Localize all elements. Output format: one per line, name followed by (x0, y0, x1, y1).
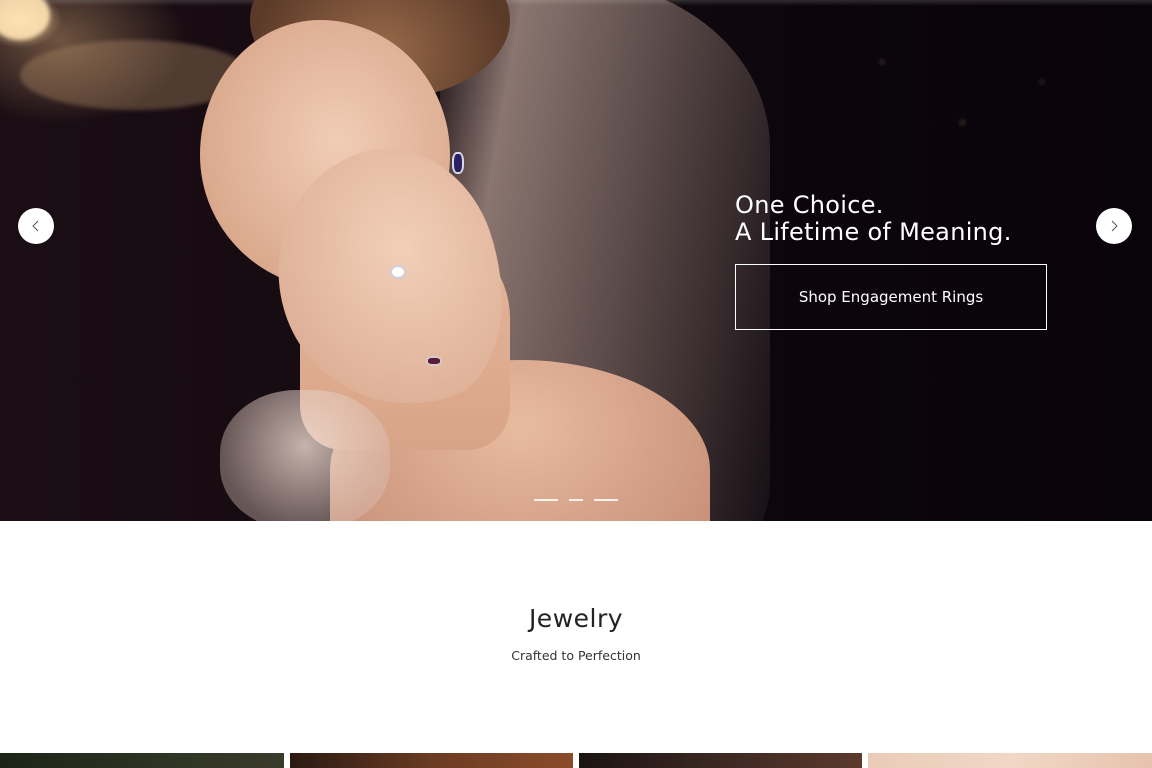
carousel-dot[interactable] (534, 499, 558, 501)
carousel-next-button[interactable] (1096, 208, 1132, 244)
section-title: Jewelry (528, 604, 624, 633)
carousel-prev-button[interactable] (18, 208, 54, 244)
carousel-dot[interactable] (594, 499, 618, 501)
necklace-pendant (426, 356, 442, 366)
category-tile[interactable] (579, 753, 862, 768)
chevron-right-icon (1111, 220, 1118, 232)
bokeh-light (0, 0, 50, 40)
hero-heading-line-1: One Choice. (735, 191, 884, 219)
category-tile[interactable] (868, 753, 1152, 768)
carousel-indicators (534, 499, 618, 501)
lace-sleeve (220, 390, 390, 521)
section-subtitle: Crafted to Perfection (511, 648, 641, 663)
shop-engagement-rings-button[interactable]: Shop Engagement Rings (735, 264, 1047, 330)
hero-banner: One Choice. A Lifetime of Meaning. Shop … (0, 0, 1152, 521)
hero-heading-line-2: A Lifetime of Meaning. (735, 218, 1012, 246)
category-tiles (0, 753, 1152, 768)
bokeh-light (880, 60, 884, 64)
bokeh-light (1040, 80, 1044, 84)
category-tile[interactable] (290, 753, 573, 768)
carousel-dot-active[interactable] (564, 499, 588, 501)
hero-heading: One Choice. A Lifetime of Meaning. (735, 192, 1115, 246)
category-tile[interactable] (0, 753, 284, 768)
carousel-dot-active-bar (569, 499, 583, 501)
sapphire-earring (452, 152, 464, 174)
bokeh-light (960, 120, 965, 125)
chevron-left-icon (32, 220, 39, 232)
diamond-ring (390, 265, 406, 279)
